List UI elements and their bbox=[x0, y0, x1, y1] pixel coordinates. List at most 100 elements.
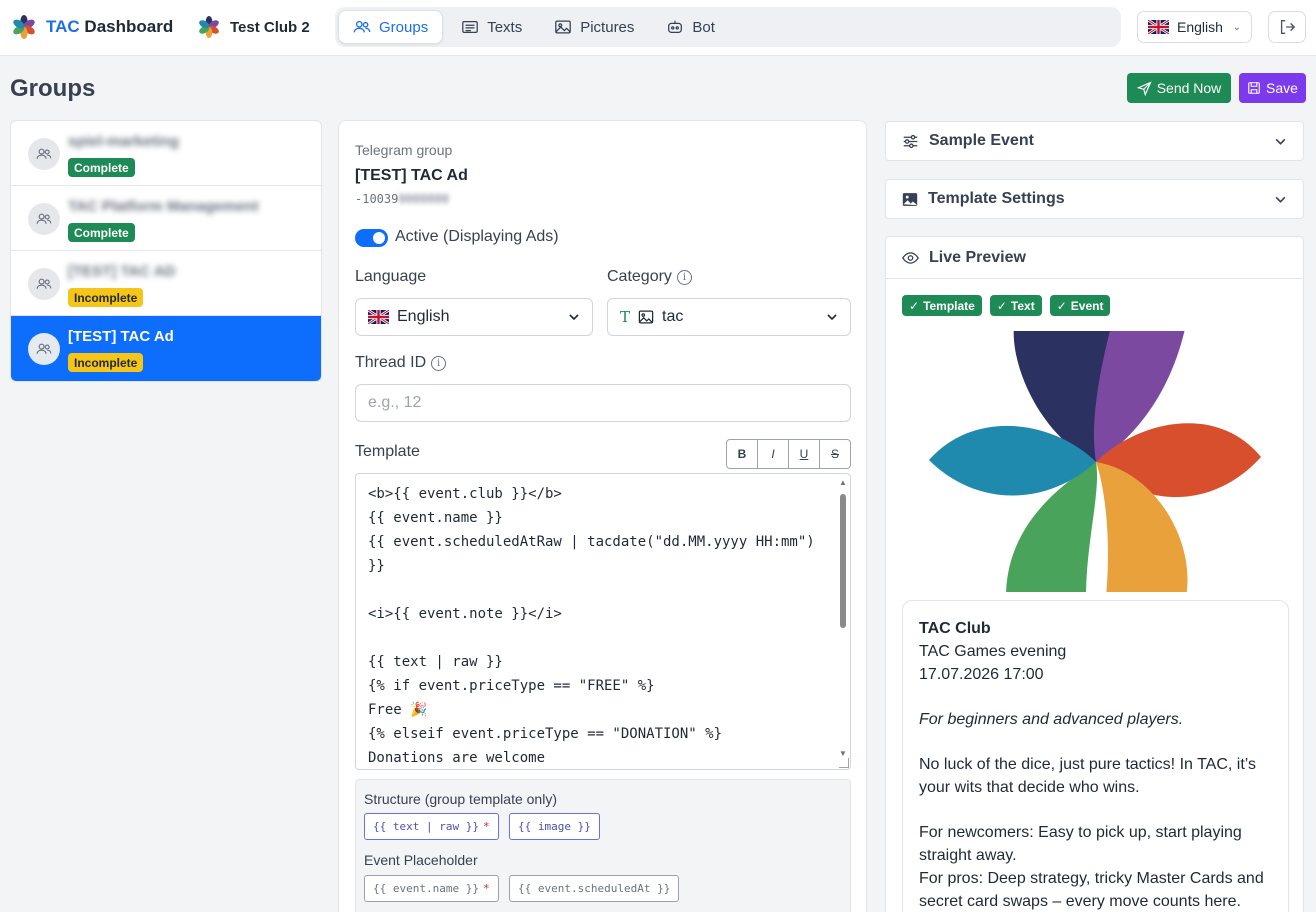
scroll-up-icon[interactable]: ▲ bbox=[839, 478, 847, 487]
bot-icon bbox=[668, 20, 683, 34]
chevron-down-icon: ⌄ bbox=[1232, 21, 1241, 33]
editor-scrollbar[interactable]: ▲ ▼ bbox=[838, 478, 848, 758]
chevron-down-icon bbox=[569, 314, 579, 321]
sample-event-title: Sample Event bbox=[929, 132, 1034, 149]
preview-event-name: TAC Games evening bbox=[919, 643, 1067, 660]
preview-club: TAC Club bbox=[919, 620, 991, 637]
category-label-text: Category bbox=[607, 268, 672, 285]
group-name: spiel-marketing bbox=[68, 133, 179, 150]
text-type-icon: T bbox=[620, 308, 631, 326]
placeholder-panel: Structure (group template only) {{ text … bbox=[355, 779, 851, 912]
main-nav: Groups Texts Pictures Bot bbox=[335, 7, 1121, 47]
underline-button[interactable]: U bbox=[789, 440, 820, 468]
info-icon[interactable]: i bbox=[676, 269, 692, 285]
tac-flower-image bbox=[929, 331, 1261, 592]
language-dropdown-value: English bbox=[397, 308, 450, 325]
template-settings-title: Template Settings bbox=[928, 190, 1065, 207]
placeholder-chip-event-scheduled[interactable]: {{ event.scheduledAt }} bbox=[509, 875, 680, 902]
telegram-group-id: -100390000000 bbox=[355, 192, 449, 206]
save-button[interactable]: Save bbox=[1239, 73, 1306, 103]
club-switcher[interactable]: Test Club 2 bbox=[198, 16, 310, 38]
group-id-prefix: -10039 bbox=[355, 192, 399, 206]
users-icon bbox=[36, 213, 52, 224]
sliders-icon bbox=[903, 134, 918, 148]
group-item[interactable]: spiel-marketing Complete bbox=[11, 121, 321, 186]
active-toggle[interactable] bbox=[355, 229, 388, 247]
group-item-selected[interactable]: [TEST] TAC Ad Incomplete bbox=[11, 316, 321, 381]
bold-button[interactable]: B bbox=[727, 440, 758, 468]
users-icon bbox=[353, 20, 371, 33]
users-icon bbox=[36, 343, 52, 354]
check-icon: ✓ bbox=[909, 298, 920, 313]
template-settings-accordion[interactable]: Template Settings bbox=[885, 179, 1304, 219]
preview-message: TAC Club TAC Games evening 17.07.2026 17… bbox=[902, 600, 1289, 912]
top-bar: TAC Dashboard Test Club 2 Groups Texts P… bbox=[0, 0, 1316, 56]
template-editor[interactable]: <b>{{ event.club }}</b> {{ event.name }}… bbox=[355, 473, 851, 770]
placeholder-chip-image[interactable]: {{ image }} bbox=[509, 813, 600, 840]
brand-name: TAC Dashboard bbox=[46, 17, 173, 37]
language-dropdown[interactable]: English bbox=[355, 298, 593, 336]
placeholder-chip-label: {{ event.scheduledAt }} bbox=[518, 882, 671, 895]
status-badge: Complete bbox=[68, 223, 135, 242]
live-preview-title: Live Preview bbox=[929, 248, 1026, 266]
status-badge: Incomplete bbox=[68, 353, 144, 372]
brand[interactable]: TAC Dashboard bbox=[12, 15, 173, 39]
language-label: English bbox=[1177, 19, 1223, 35]
category-dropdown[interactable]: T tac bbox=[607, 298, 851, 336]
resize-handle[interactable] bbox=[839, 758, 849, 768]
chip-label: Text bbox=[1010, 298, 1035, 313]
tab-pictures[interactable]: Pictures bbox=[540, 10, 648, 44]
group-item[interactable]: [TEST] TAC AD Incomplete bbox=[11, 251, 321, 316]
group-id-masked: 0000000 bbox=[398, 192, 449, 206]
info-icon[interactable]: i bbox=[431, 355, 447, 371]
thread-id-placeholder: e.g., 12 bbox=[368, 394, 422, 411]
structure-label: Structure (group template only) bbox=[364, 791, 557, 807]
group-name: [TEST] TAC AD bbox=[68, 263, 176, 280]
send-icon bbox=[1136, 80, 1152, 96]
uk-flag-icon bbox=[1148, 20, 1169, 34]
required-mark: * bbox=[482, 882, 490, 895]
template-field-label: Template bbox=[355, 443, 420, 461]
send-now-button[interactable]: Send Now bbox=[1127, 73, 1231, 103]
tab-bot-label: Bot bbox=[692, 18, 715, 36]
users-icon bbox=[36, 278, 52, 289]
check-icon: ✓ bbox=[1056, 298, 1067, 313]
placeholder-chip-label: {{ event.name }} bbox=[373, 882, 479, 895]
uk-flag-icon bbox=[368, 310, 389, 324]
logout-button[interactable] bbox=[1268, 11, 1306, 43]
preview-note: For beginners and advanced players. bbox=[919, 711, 1184, 728]
tab-texts[interactable]: Texts bbox=[447, 10, 536, 44]
preview-datetime: 17.07.2026 17:00 bbox=[919, 666, 1044, 683]
placeholder-chip-text[interactable]: {{ text | raw }} * bbox=[364, 813, 499, 840]
template-text[interactable]: <b>{{ event.club }}</b> {{ event.name }}… bbox=[368, 482, 828, 769]
template-chip: ✓ Template bbox=[902, 295, 982, 316]
send-now-label: Send Now bbox=[1156, 80, 1222, 96]
text-icon bbox=[462, 20, 479, 34]
chevron-down-icon bbox=[827, 314, 837, 321]
page-title: Groups bbox=[10, 75, 96, 102]
club-logo-icon bbox=[199, 16, 219, 38]
thread-id-input[interactable]: e.g., 12 bbox=[355, 384, 851, 422]
group-avatar bbox=[28, 203, 60, 235]
preview-paragraph: No luck of the dice, just pure tactics! … bbox=[919, 756, 1257, 796]
sample-event-accordion[interactable]: Sample Event bbox=[885, 121, 1304, 161]
check-icon: ✓ bbox=[996, 298, 1007, 313]
template-label-text: Template bbox=[355, 443, 420, 460]
group-settings-form: Telegram group [TEST] TAC Ad -1003900000… bbox=[338, 120, 867, 912]
club-name: Test Club 2 bbox=[230, 18, 310, 36]
chevron-down-icon bbox=[1275, 196, 1286, 203]
placeholder-chip-event-name[interactable]: {{ event.name }} * bbox=[364, 875, 499, 902]
group-item[interactable]: TAC Platform Management Complete bbox=[11, 186, 321, 251]
scroll-thumb[interactable] bbox=[840, 494, 846, 628]
status-badge: Complete bbox=[68, 158, 135, 177]
group-name: TAC Platform Management bbox=[68, 198, 259, 215]
tab-groups[interactable]: Groups bbox=[338, 10, 444, 44]
language-select[interactable]: English ⌄ bbox=[1137, 11, 1252, 43]
brand-accent: TAC bbox=[46, 17, 80, 36]
tab-texts-label: Texts bbox=[487, 18, 523, 36]
scroll-down-icon[interactable]: ▼ bbox=[839, 749, 847, 758]
italic-button[interactable]: I bbox=[758, 440, 789, 468]
tab-bot[interactable]: Bot bbox=[652, 10, 729, 44]
language-field-label: Language bbox=[355, 268, 426, 286]
strikethrough-button[interactable]: S bbox=[820, 440, 850, 468]
